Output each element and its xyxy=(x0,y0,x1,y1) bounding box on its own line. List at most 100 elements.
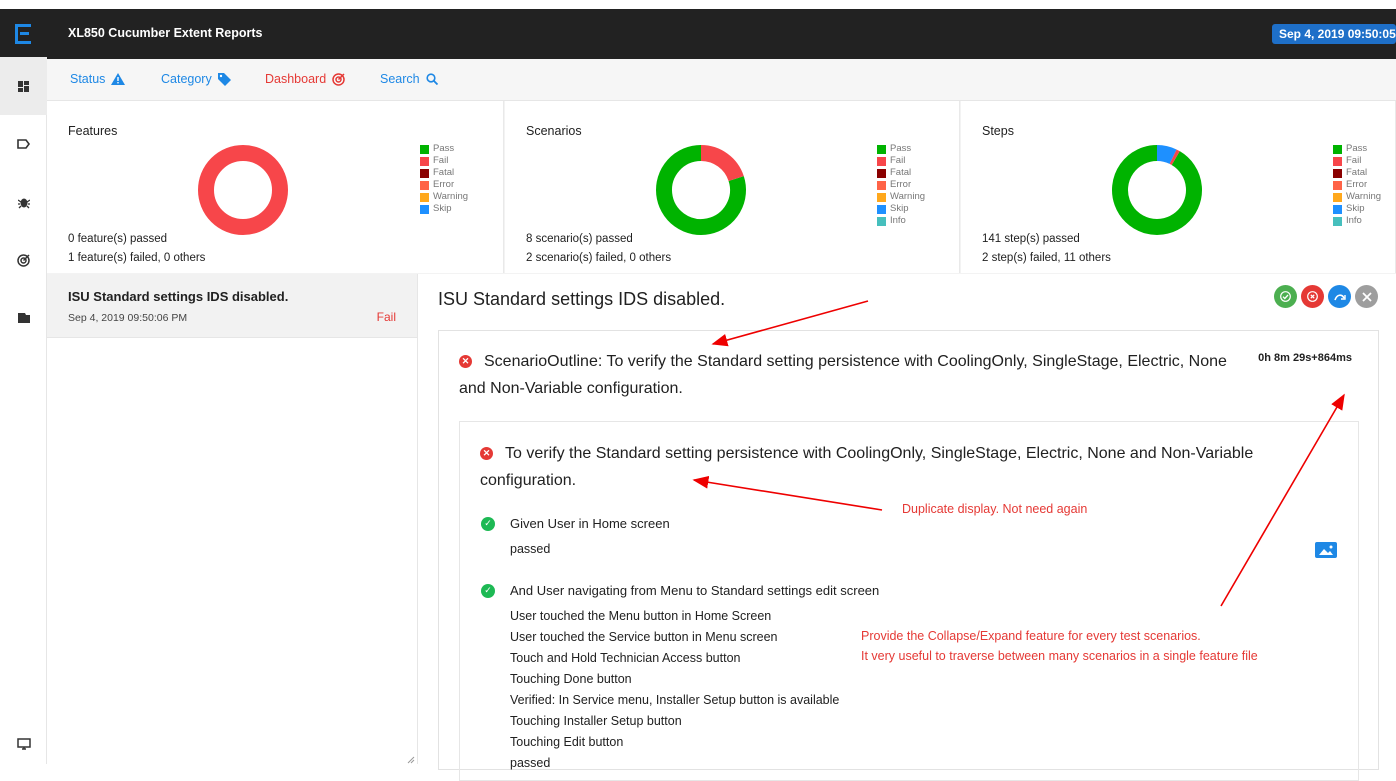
scenario-title-text: To verify the Standard setting persisten… xyxy=(480,445,1254,489)
donut-slice-pass xyxy=(1112,145,1202,235)
extent-logo-icon xyxy=(14,24,31,44)
test-detail: ISU Standard settings IDS disabled. ✕ Sce… xyxy=(418,274,1396,781)
nav-search[interactable]: Search xyxy=(380,72,438,86)
legend-swatch xyxy=(1333,216,1342,226)
legend-item: Skip xyxy=(420,203,468,215)
test-list-item[interactable]: ISU Standard settings IDS disabled. Sep … xyxy=(47,274,417,338)
legend-item: Skip xyxy=(877,203,925,215)
dashboard-icon xyxy=(18,80,29,92)
folder-icon xyxy=(17,313,30,323)
legend-label: Error xyxy=(433,179,455,190)
legend-item: Info xyxy=(877,215,925,227)
legend-swatch xyxy=(877,168,886,178)
step-log: Touching Done button xyxy=(510,672,632,686)
test-list: ISU Standard settings IDS disabled. Sep … xyxy=(47,274,418,764)
features-donut-chart xyxy=(198,145,288,235)
other-filter-button[interactable] xyxy=(1328,285,1351,308)
legend-item: Warning xyxy=(420,191,468,203)
nav-search-label: Search xyxy=(380,72,420,86)
step-log: Verified: In Service menu, Installer Set… xyxy=(510,693,840,707)
scenarios-donut-chart xyxy=(656,145,746,235)
step-log: Touching Edit button xyxy=(510,735,624,749)
nav-status[interactable]: Status xyxy=(70,72,126,86)
sidebar-item-system[interactable] xyxy=(0,724,47,764)
status-filter-buttons xyxy=(1274,285,1378,308)
annotation-duplicate: Duplicate display. Not need again xyxy=(902,502,1088,516)
sidebar-item-analysis[interactable] xyxy=(0,231,47,289)
pass-filter-button[interactable] xyxy=(1274,285,1297,308)
sidebar xyxy=(0,9,47,764)
legend-swatch xyxy=(877,204,886,214)
sidebar-item-dashboard[interactable] xyxy=(0,57,47,115)
legend-label: Fail xyxy=(433,155,449,166)
pass-status-icon: ✓ xyxy=(481,516,495,531)
step-log: Touching Installer Setup button xyxy=(510,714,682,728)
donut-slice-fail xyxy=(700,145,744,182)
legend-swatch xyxy=(1333,192,1342,202)
annotation-collapse-2: It very useful to traverse between many … xyxy=(861,649,1258,663)
legend-label: Warning xyxy=(890,191,926,202)
nav-dashboard[interactable]: Dashboard xyxy=(265,72,345,86)
legend-swatch xyxy=(420,204,429,214)
legend-swatch xyxy=(1333,168,1342,178)
radar-icon xyxy=(17,253,30,267)
legend-swatch xyxy=(877,180,886,190)
annotation-collapse-1: Provide the Collapse/Expand feature for … xyxy=(861,629,1201,643)
legend-item: Error xyxy=(1333,179,1381,191)
legend-label: Fatal xyxy=(1346,167,1368,178)
legend-item: Warning xyxy=(1333,191,1381,203)
scenario-duration: 0h 8m 29s+864ms xyxy=(1258,352,1352,364)
legend-swatch xyxy=(420,168,429,178)
step-row: ✓ Given User in Home screen xyxy=(481,516,670,531)
detail-title: ISU Standard settings IDS disabled. xyxy=(438,289,726,309)
card-passed-text: 141 step(s) passed xyxy=(982,233,1080,245)
legend-label: Info xyxy=(890,215,906,226)
sidebar-item-bugs[interactable] xyxy=(0,173,47,231)
donut-slice-fail xyxy=(1169,149,1180,166)
legend-label: Skip xyxy=(433,203,452,214)
step-text: Given User in Home screen xyxy=(510,516,670,531)
legend-item: Skip xyxy=(1333,203,1381,215)
sidebar-item-environment[interactable] xyxy=(0,289,47,347)
monitor-icon xyxy=(16,738,31,750)
legend-swatch xyxy=(420,192,429,202)
report-date-badge: Sep 4, 2019 09:50:05 PM xyxy=(1272,24,1396,44)
legend-swatch xyxy=(1333,180,1342,190)
legend-swatch xyxy=(420,180,429,190)
legend-label: Warning xyxy=(433,191,469,202)
target-icon xyxy=(332,72,345,86)
scenarios-legend: Pass Fail Fatal Error Warning Skip Info xyxy=(877,143,925,227)
scenario-box[interactable]: ✕ To verify the Standard setting persiste… xyxy=(459,421,1359,781)
legend-swatch xyxy=(877,156,886,166)
legend-swatch xyxy=(420,144,429,154)
nav-status-label: Status xyxy=(70,72,106,86)
legend-item: Fatal xyxy=(1333,167,1381,179)
nav-category[interactable]: Category xyxy=(161,72,231,86)
step-row: ✓ And User navigating from Menu to Stand… xyxy=(481,583,879,598)
test-name: ISU Standard settings IDS disabled. xyxy=(68,289,289,304)
legend-label: Fatal xyxy=(433,167,455,178)
scenario-outline-box[interactable]: ✕ ScenarioOutline: To verify the Standard… xyxy=(438,330,1379,781)
test-date: Sep 4, 2019 09:50:06 PM xyxy=(68,312,188,324)
clear-filter-button[interactable] xyxy=(1355,285,1378,308)
legend-label: Pass xyxy=(890,143,912,154)
sidebar-item-category[interactable] xyxy=(0,115,47,173)
fail-icon xyxy=(1307,291,1318,302)
legend-item: Warning xyxy=(877,191,925,203)
fail-filter-button[interactable] xyxy=(1301,285,1324,308)
legend-item: Pass xyxy=(1333,143,1381,155)
step-log: User touched the Menu button in Home Scr… xyxy=(510,609,772,623)
bug-icon xyxy=(17,198,30,208)
legend-label: Fatal xyxy=(890,167,912,178)
legend-item: Info xyxy=(1333,215,1381,227)
donut-slice-fail xyxy=(198,145,288,235)
legend-swatch xyxy=(1333,156,1342,166)
legend-item: Fatal xyxy=(420,167,468,179)
screenshot-icon[interactable] xyxy=(1315,542,1337,558)
legend-swatch xyxy=(1333,144,1342,154)
steps-card: Steps Pass Fail Fatal Error Warning Skip Info … xyxy=(961,101,1396,273)
features-card: Features Pass Fail Fatal Error Warning Skip 0… xyxy=(47,101,504,273)
resize-handle-icon[interactable] xyxy=(407,756,415,764)
card-title: Features xyxy=(68,124,118,138)
top-border xyxy=(0,0,1396,9)
